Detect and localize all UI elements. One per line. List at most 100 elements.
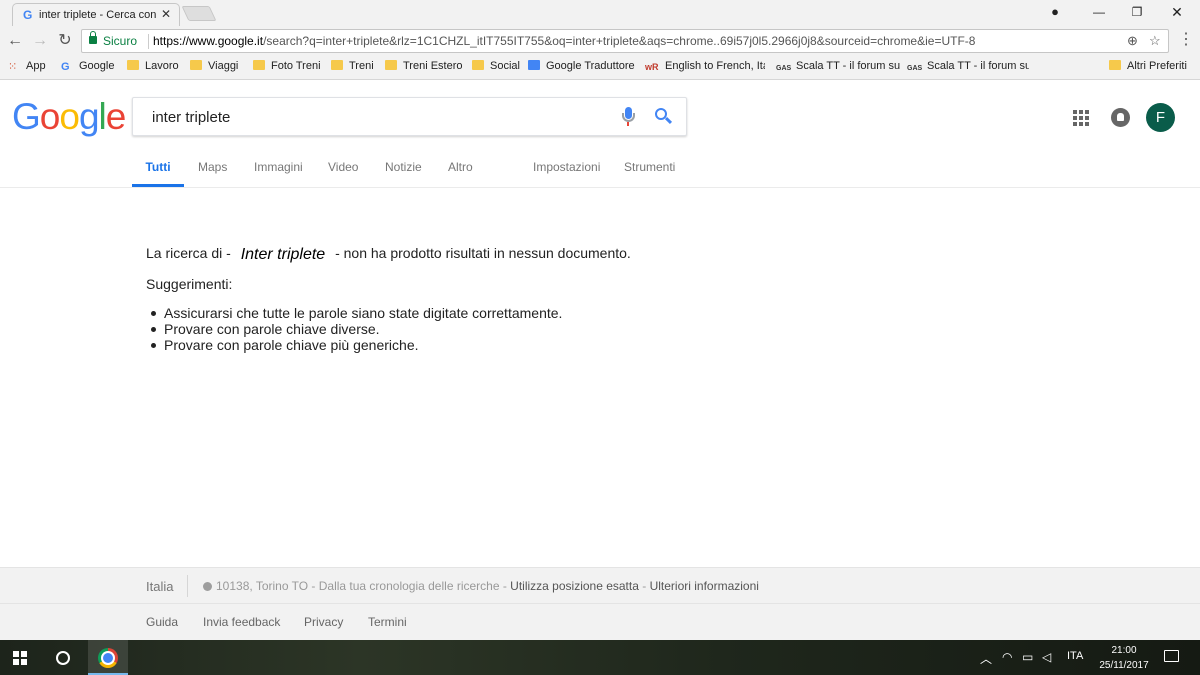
footer-location: 10138, Torino TO - Dalla tua cronologia … — [216, 579, 759, 593]
google-logo[interactable]: Google — [12, 96, 127, 138]
url-path: /search?q=inter+triplete&rlz=1C1CHZL_itI… — [263, 34, 976, 48]
bookmark-foto-treni[interactable]: Foto Treni — [253, 60, 323, 76]
list-item: Assicurarsi che tutte le parole siano st… — [146, 305, 562, 321]
chrome-icon — [98, 648, 118, 668]
url-text[interactable]: https://www.google.it/search?q=inter+tri… — [153, 34, 1053, 48]
logo-letter: g — [78, 96, 100, 137]
use-precise-location-link[interactable]: Utilizza posizione esatta — [510, 579, 639, 593]
bookmark-wordreference[interactable]: wR English to French, Ita — [645, 60, 765, 76]
browser-tab[interactable]: G inter triplete - Cerca con ✕ — [12, 3, 180, 26]
avatar[interactable]: F — [1146, 103, 1175, 132]
address-bar[interactable]: Sicuro https://www.google.it/search?q=in… — [81, 29, 1169, 53]
footer-link-feedback[interactable]: Invia feedback — [203, 615, 280, 629]
tab-notizie[interactable]: Notizie — [385, 160, 422, 187]
tab-immagini[interactable]: Immagini — [254, 160, 303, 187]
logo-letter: o — [59, 96, 80, 137]
volume-icon[interactable]: ◁ — [1042, 650, 1051, 664]
windows-start-icon[interactable] — [13, 651, 27, 665]
location-text: 10138, Torino TO - Dalla tua cronologia … — [216, 579, 511, 593]
browser-titlebar: G inter triplete - Cerca con ✕ ● — ❐ ✕ — [0, 0, 1200, 26]
clock-time: 21:00 — [1111, 645, 1137, 656]
links-footer: Guida Invia feedback Privacy Termini — [0, 604, 1200, 640]
omnibox-separator — [148, 34, 149, 49]
bookmark-treni-estero[interactable]: Treni Estero — [385, 60, 465, 76]
bookmark-social[interactable]: Social — [472, 60, 522, 76]
wifi-icon[interactable]: ◠ — [1002, 650, 1012, 664]
footer-link-privacy[interactable]: Privacy — [304, 615, 343, 629]
searched-term: Inter triplete — [240, 246, 326, 263]
logo-letter: G — [12, 96, 41, 137]
location-target-icon[interactable]: ⊕ — [1127, 33, 1138, 49]
forward-arrow-icon[interactable]: → — [29, 30, 51, 52]
bookmark-viaggi[interactable]: Viaggi — [190, 60, 245, 76]
bookmark-treni[interactable]: Treni — [331, 60, 378, 76]
new-tab-button[interactable] — [181, 6, 217, 21]
bookmark-star-icon[interactable]: ☆ — [1149, 33, 1161, 49]
tray-overflow-chevron-icon[interactable]: ︿ — [980, 650, 992, 667]
browser-toolbar: ← → ↻ Sicuro https://www.google.it/searc… — [0, 26, 1200, 57]
more-info-link[interactable]: Ulteriori informazioni — [650, 579, 759, 593]
close-window-button[interactable]: ✕ — [1154, 0, 1200, 26]
wordreference-icon: wR — [645, 62, 659, 72]
folder-icon — [1109, 60, 1121, 70]
footer-link-termini[interactable]: Termini — [368, 615, 407, 629]
logo-letter: e — [105, 96, 127, 137]
bookmark-google[interactable]: G Google — [61, 60, 121, 76]
tab-title: inter triplete - Cerca con — [39, 9, 157, 21]
bookmark-lavoro[interactable]: Lavoro — [127, 60, 182, 76]
search-query: inter triplete — [152, 109, 231, 126]
tab-close-icon[interactable]: ✕ — [161, 7, 171, 21]
location-footer: Italia 10138, Torino TO - Dalla tua cron… — [0, 567, 1200, 604]
google-apps-icon[interactable] — [1073, 110, 1089, 126]
battery-icon[interactable]: ▭ — [1022, 650, 1033, 664]
tab-impostazioni[interactable]: Impostazioni — [533, 160, 600, 187]
profile-icon[interactable]: ● — [1032, 0, 1078, 26]
footer-dash: - — [638, 579, 650, 593]
bookmark-scala-tt-1[interactable]: GAS Scala TT - il forum su — [776, 60, 900, 76]
chrome-menu-icon[interactable]: ⋮ — [1178, 31, 1194, 49]
cortana-search-icon[interactable] — [56, 651, 70, 665]
tab-maps[interactable]: Maps — [198, 160, 227, 187]
location-dot-icon — [203, 582, 212, 591]
gas-icon: GAS — [907, 65, 923, 72]
action-center-icon[interactable] — [1164, 650, 1179, 662]
back-arrow-icon[interactable]: ← — [4, 30, 26, 52]
reload-icon[interactable]: ↻ — [54, 30, 76, 52]
suggestions-title: Suggerimenti: — [146, 276, 233, 292]
bookmark-altri-preferiti[interactable]: Altri Preferiti — [1109, 60, 1194, 76]
input-language[interactable]: ITA — [1067, 650, 1083, 662]
lock-icon — [89, 31, 97, 44]
apps-grid-icon: ⁙ — [8, 61, 18, 73]
clock-date: 25/11/2017 — [1099, 660, 1149, 671]
tab-altro[interactable]: Altro — [448, 160, 473, 187]
no-results-prefix: La ricerca di - — [146, 245, 231, 261]
bookmark-app[interactable]: ⁙ App — [8, 60, 53, 76]
google-header: Google inter triplete F Tutti Maps Immag… — [0, 80, 1200, 188]
list-item: Provare con parole chiave diverse. — [146, 321, 562, 337]
bookmark-google-traduttore[interactable]: Google Traduttore — [528, 60, 638, 76]
search-tabs: Tutti Maps Immagini Video Notizie Altro … — [0, 160, 1200, 188]
bookmarks-bar: ⁙ App G Google Lavoro Viaggi Foto Treni Tr… — [0, 57, 1200, 80]
translate-icon — [528, 60, 540, 70]
list-item: Provare con parole chiave più generiche. — [146, 337, 562, 353]
footer-link-guida[interactable]: Guida — [146, 615, 178, 629]
screen: G inter triplete - Cerca con ✕ ● — ❐ ✕ ←… — [0, 0, 1200, 675]
bookmark-scala-tt-2[interactable]: GAS Scala TT - il forum su — [907, 60, 1029, 76]
google-favicon-icon: G — [23, 8, 33, 22]
folder-icon — [472, 60, 484, 70]
folder-icon — [331, 60, 343, 70]
search-icon[interactable] — [655, 108, 673, 126]
notifications-bell-icon[interactable] — [1111, 108, 1130, 127]
search-input[interactable]: inter triplete — [132, 97, 687, 136]
system-clock[interactable]: 21:00 25/11/2017 — [1096, 643, 1152, 673]
folder-icon — [190, 60, 202, 70]
suggestions-list: Assicurarsi che tutte le parole siano st… — [146, 305, 562, 353]
no-results-suffix: - non ha prodotto risultati in nessun do… — [335, 245, 631, 261]
footer-divider — [187, 575, 188, 597]
no-results-message: La ricerca di - Inter triplete - non ha … — [146, 245, 631, 263]
tab-strumenti[interactable]: Strumenti — [624, 160, 675, 187]
microphone-icon[interactable] — [622, 107, 635, 127]
chrome-taskbar-button[interactable] — [88, 640, 128, 675]
tab-video[interactable]: Video — [328, 160, 358, 187]
tab-tutti[interactable]: Tutti — [132, 160, 184, 187]
